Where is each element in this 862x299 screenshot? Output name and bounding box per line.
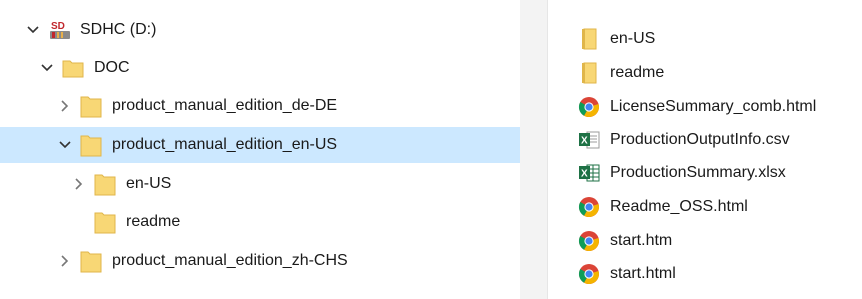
tree-item-readme-subfolder[interactable]: readme bbox=[0, 204, 520, 240]
tree-item-doc[interactable]: DOC bbox=[0, 50, 520, 86]
chevron-down-icon[interactable] bbox=[40, 61, 54, 75]
file-name: Readme_OSS.html bbox=[610, 197, 748, 215]
folder-icon bbox=[578, 28, 600, 50]
file-name: ProductionOutputInfo.csv bbox=[610, 130, 790, 148]
file-item-readme[interactable]: readme bbox=[578, 56, 664, 89]
file-item-start-html[interactable]: start.html bbox=[578, 257, 676, 290]
folder-icon bbox=[94, 210, 116, 234]
file-item-start-htm[interactable]: start.htm bbox=[578, 224, 672, 257]
file-name: ProductionSummary.xlsx bbox=[610, 163, 786, 181]
tree-item-label: en-US bbox=[126, 175, 172, 192]
file-item-production-summary[interactable]: X ProductionSummary.xlsx bbox=[578, 156, 786, 189]
file-item-readme-oss[interactable]: Readme_OSS.html bbox=[578, 190, 748, 223]
chevron-right-icon[interactable] bbox=[72, 177, 86, 191]
file-name: en-US bbox=[610, 29, 656, 47]
folder-icon bbox=[80, 133, 102, 157]
tree-item-en-us-subfolder[interactable]: en-US bbox=[0, 166, 520, 202]
tree-item-en-us-selected[interactable]: product_manual_edition_en-US bbox=[0, 127, 520, 163]
folder-icon bbox=[80, 94, 102, 118]
file-item-license-summary[interactable]: LicenseSummary_comb.html bbox=[578, 90, 816, 123]
tree-item-label: DOC bbox=[94, 59, 130, 76]
tree-item-drive[interactable]: SD SDHC (D:) bbox=[0, 12, 520, 48]
folder-icon bbox=[62, 58, 84, 78]
content-pane[interactable]: en-US readme LicenseSummary_comb.html X … bbox=[548, 0, 862, 299]
file-item-production-output-info[interactable]: X ProductionOutputInfo.csv bbox=[578, 123, 790, 156]
chrome-html-icon bbox=[578, 230, 600, 252]
tree-item-zh-chs[interactable]: product_manual_edition_zh-CHS bbox=[0, 243, 520, 279]
tree-item-label: product_manual_edition_de-DE bbox=[112, 97, 338, 114]
tree-item-label: product_manual_edition_en-US bbox=[112, 136, 338, 153]
chevron-right-icon[interactable] bbox=[58, 254, 72, 268]
chevron-right-icon[interactable] bbox=[58, 99, 72, 113]
svg-text:X: X bbox=[581, 168, 588, 179]
svg-text:SD: SD bbox=[51, 21, 65, 32]
file-name: LicenseSummary_comb.html bbox=[610, 97, 817, 115]
svg-text:X: X bbox=[581, 135, 588, 146]
folder-icon bbox=[578, 62, 600, 84]
tree-item-label: readme bbox=[126, 213, 181, 230]
tree-item-label: product_manual_edition_zh-CHS bbox=[112, 252, 348, 269]
excel-csv-icon: X bbox=[578, 129, 600, 151]
chevron-down-icon[interactable] bbox=[58, 138, 72, 152]
file-explorer: SD SDHC (D:) DOC product_manual_edition_… bbox=[0, 0, 862, 299]
navigation-pane[interactable]: SD SDHC (D:) DOC product_manual_edition_… bbox=[0, 0, 520, 299]
sd-card-drive-icon: SD bbox=[48, 19, 72, 41]
chrome-html-icon bbox=[578, 196, 600, 218]
folder-icon bbox=[80, 249, 102, 273]
folder-icon bbox=[94, 172, 116, 196]
tree-item-de-de[interactable]: product_manual_edition_de-DE bbox=[0, 88, 520, 124]
chrome-html-icon bbox=[578, 96, 600, 118]
chrome-html-icon bbox=[578, 263, 600, 285]
file-name: start.htm bbox=[610, 231, 673, 249]
file-name: readme bbox=[610, 63, 665, 81]
file-item-en-us[interactable]: en-US bbox=[578, 22, 655, 55]
chevron-down-icon[interactable] bbox=[26, 23, 40, 37]
pane-divider[interactable] bbox=[520, 0, 548, 299]
excel-xlsx-icon: X bbox=[578, 162, 600, 184]
file-name: start.html bbox=[610, 264, 676, 282]
tree-item-label: SDHC (D:) bbox=[80, 21, 157, 38]
